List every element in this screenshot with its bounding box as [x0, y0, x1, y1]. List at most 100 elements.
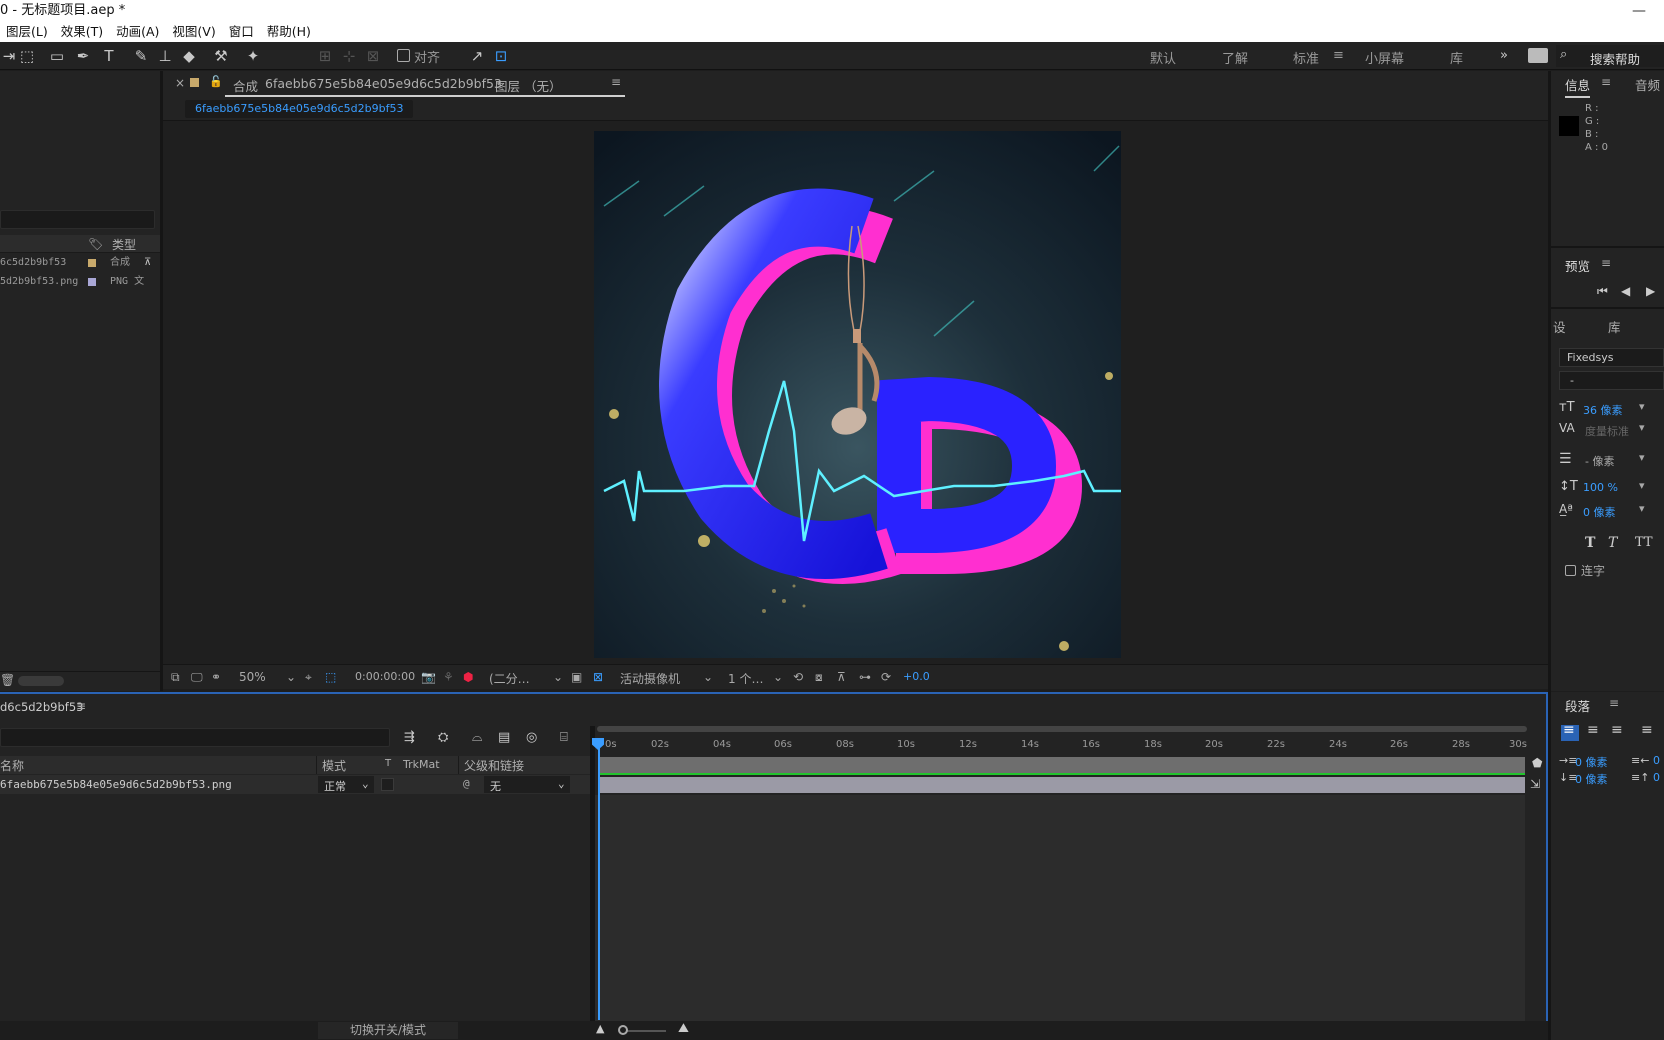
first-frame-icon[interactable]: ⏮ [1597, 284, 1608, 299]
roto-brush-icon[interactable]: ⚒ [212, 47, 230, 65]
help-search[interactable]: ⌕ 搜索帮助 [1556, 45, 1664, 67]
workspace-toggle-icon[interactable] [1528, 48, 1548, 63]
menu-view[interactable]: 视图(V) [172, 24, 215, 39]
shy-icon[interactable]: ⌓ [472, 730, 482, 745]
chevron-down-icon[interactable]: ⌄ [286, 670, 296, 684]
menu-window[interactable]: 窗口 [229, 24, 254, 39]
tab-library[interactable]: 库 [1608, 317, 1621, 336]
trkmat-column-header[interactable]: TrkMat [403, 758, 440, 771]
axis-view-icon[interactable]: ⊠ [364, 47, 382, 65]
camera-select[interactable]: 活动摄像机 [620, 670, 680, 687]
panel-menu-icon[interactable]: ≡ [611, 75, 621, 89]
snapshot-icon[interactable]: 📷 [421, 670, 436, 684]
panel-menu-icon[interactable]: ≡ [1609, 696, 1619, 710]
close-icon[interactable]: × [175, 76, 185, 90]
vertical-scale-value[interactable]: 100 % [1583, 481, 1618, 494]
leading-value[interactable]: - 像素 [1585, 453, 1614, 469]
pick-whip-icon[interactable]: @ [463, 777, 470, 790]
monitor-icon[interactable]: 🖵 [191, 670, 203, 685]
menu-help[interactable]: 帮助(H) [267, 24, 311, 39]
clone-stamp-icon[interactable]: ⊥ [156, 47, 174, 65]
more-workspaces-icon[interactable]: » [1500, 48, 1508, 63]
motion-blur-icon[interactable]: ◎ [526, 730, 537, 745]
toggle-switches-modes-button[interactable]: 切换开关/模式 [318, 1022, 458, 1039]
views-select[interactable]: 1 个… [728, 670, 763, 687]
exposure-value[interactable]: +0.0 [903, 670, 930, 683]
indent-left-value[interactable]: 0 像素 [1575, 754, 1608, 770]
frame-blending-icon[interactable]: ▤ [498, 730, 510, 745]
always-preview-icon[interactable]: ⧉ [171, 670, 180, 685]
tab-info[interactable]: 信息 [1565, 75, 1591, 98]
align-right-icon[interactable]: ≡ [1611, 722, 1623, 738]
time-ruler[interactable]: 0s 02s 04s 06s 08s 10s 12s 14s 16s 18s 2… [595, 733, 1530, 757]
trash-icon[interactable]: 🗑 [0, 673, 15, 687]
parent-column-header[interactable]: 父级和链接 [464, 757, 524, 774]
faux-italic-icon[interactable]: T [1608, 535, 1617, 551]
mode-column-header[interactable]: 模式 [322, 757, 346, 774]
workspace-default[interactable]: 默认 [1150, 48, 1176, 67]
axis-world-icon[interactable]: ⊹ [340, 47, 358, 65]
font-family-select[interactable]: Fixedsys [1559, 348, 1664, 367]
fast-preview-icon[interactable]: ▣ [571, 670, 582, 684]
pan-behind-icon[interactable]: ⇥ [0, 47, 18, 65]
preserve-transparency-checkbox[interactable] [381, 778, 394, 791]
channel-icon[interactable]: ⬢ [463, 670, 473, 684]
thumbnail-slider[interactable] [18, 676, 64, 686]
chevron-down-icon[interactable]: ⌄ [553, 670, 563, 684]
label-tag-icon[interactable]: 🏷 [88, 237, 103, 251]
region-icon[interactable]: ⬚ [18, 47, 36, 65]
chevron-down-icon[interactable]: ▾ [1639, 451, 1645, 464]
font-style-select[interactable]: - [1559, 371, 1664, 390]
toggle-3d-icon[interactable]: ⟲ [793, 670, 803, 684]
lock-icon[interactable]: 🔓 [209, 75, 223, 88]
zoom-in-icon[interactable]: ⛰ [678, 1021, 689, 1036]
layer-lock-icon[interactable]: ⇲ [1530, 777, 1540, 791]
faux-bold-icon[interactable]: T [1585, 535, 1595, 551]
pixel-aspect-icon[interactable]: ⧇ [815, 670, 823, 685]
minimize-icon[interactable]: — [1632, 0, 1646, 22]
snap-feather-icon[interactable]: ⊡ [492, 47, 510, 65]
comp-marker-bin-icon[interactable]: ⬟ [1532, 756, 1542, 770]
name-column-header[interactable]: 名称 [0, 757, 24, 774]
eraser-tool-icon[interactable]: ◆ [180, 47, 198, 65]
tab-composition[interactable]: 合成 6faebb675e5b84e05e9d6c5d2b9bf53 ≡ [225, 71, 625, 97]
workspace-small-screen[interactable]: 小屏幕 [1365, 48, 1404, 67]
resolution-select[interactable]: (二分… [489, 670, 530, 687]
zoom-value[interactable]: 50% [239, 670, 266, 684]
parent-select[interactable]: 无 ⌄ [484, 776, 570, 793]
work-area-bar[interactable] [597, 726, 1527, 732]
region-of-interest-icon[interactable]: ⬚ [325, 670, 336, 684]
menu-layer[interactable]: 图层(L) [6, 24, 48, 39]
snap-icon[interactable]: ↗ [468, 47, 486, 65]
panel-menu-icon[interactable]: ≡ [76, 699, 86, 713]
type-column-header[interactable]: 类型 [112, 236, 136, 253]
current-time-indicator[interactable] [598, 740, 600, 1020]
composition-flow-icon[interactable]: ⊼ [144, 254, 151, 272]
align-center-icon[interactable]: ≡ [1587, 722, 1599, 738]
zoom-slider-thumb[interactable] [618, 1025, 628, 1035]
project-item[interactable]: 6c5d2b9bf53 合成 ⊼ [0, 254, 160, 272]
layer-duration-bar[interactable] [598, 777, 1525, 793]
justify-icon[interactable]: ≡ [1641, 722, 1653, 738]
layer-name[interactable]: 6faebb675e5b84e05e9d6c5d2b9bf53.png [0, 778, 232, 791]
timeline-search-input[interactable] [0, 728, 390, 747]
fit-icon[interactable]: ⌖ [305, 670, 312, 685]
project-search-input[interactable] [0, 210, 155, 229]
font-size-value[interactable]: 36 像素 [1583, 402, 1623, 418]
axis-local-icon[interactable]: ⊞ [316, 47, 334, 65]
show-snapshot-icon[interactable]: ⚘ [443, 670, 454, 684]
chevron-down-icon[interactable]: ⌄ [703, 670, 713, 684]
comp-mini-flowchart-icon[interactable]: ⇶ [404, 730, 415, 745]
space-before-value[interactable]: 0 像素 [1575, 771, 1608, 787]
indent-right-value[interactable]: 0 [1653, 754, 1660, 767]
layer-row[interactable]: 6faebb675e5b84e05e9d6c5d2b9bf53.png 正常 ⌄… [0, 775, 590, 794]
workspace-standard[interactable]: 标准 [1293, 48, 1319, 67]
pen-tool-icon[interactable]: ✒ [74, 47, 92, 65]
draft-3d-icon[interactable]: ⛭ [438, 730, 448, 745]
align-checkbox[interactable] [397, 49, 410, 62]
tab-layer[interactable]: 图层 （无） [495, 76, 561, 95]
network-icon[interactable]: ⊶ [859, 670, 871, 684]
mask-visibility-icon[interactable]: ⚭ [211, 670, 221, 684]
workspace-library[interactable]: 库 [1450, 48, 1463, 67]
chevron-down-icon[interactable]: ▾ [1639, 479, 1645, 492]
